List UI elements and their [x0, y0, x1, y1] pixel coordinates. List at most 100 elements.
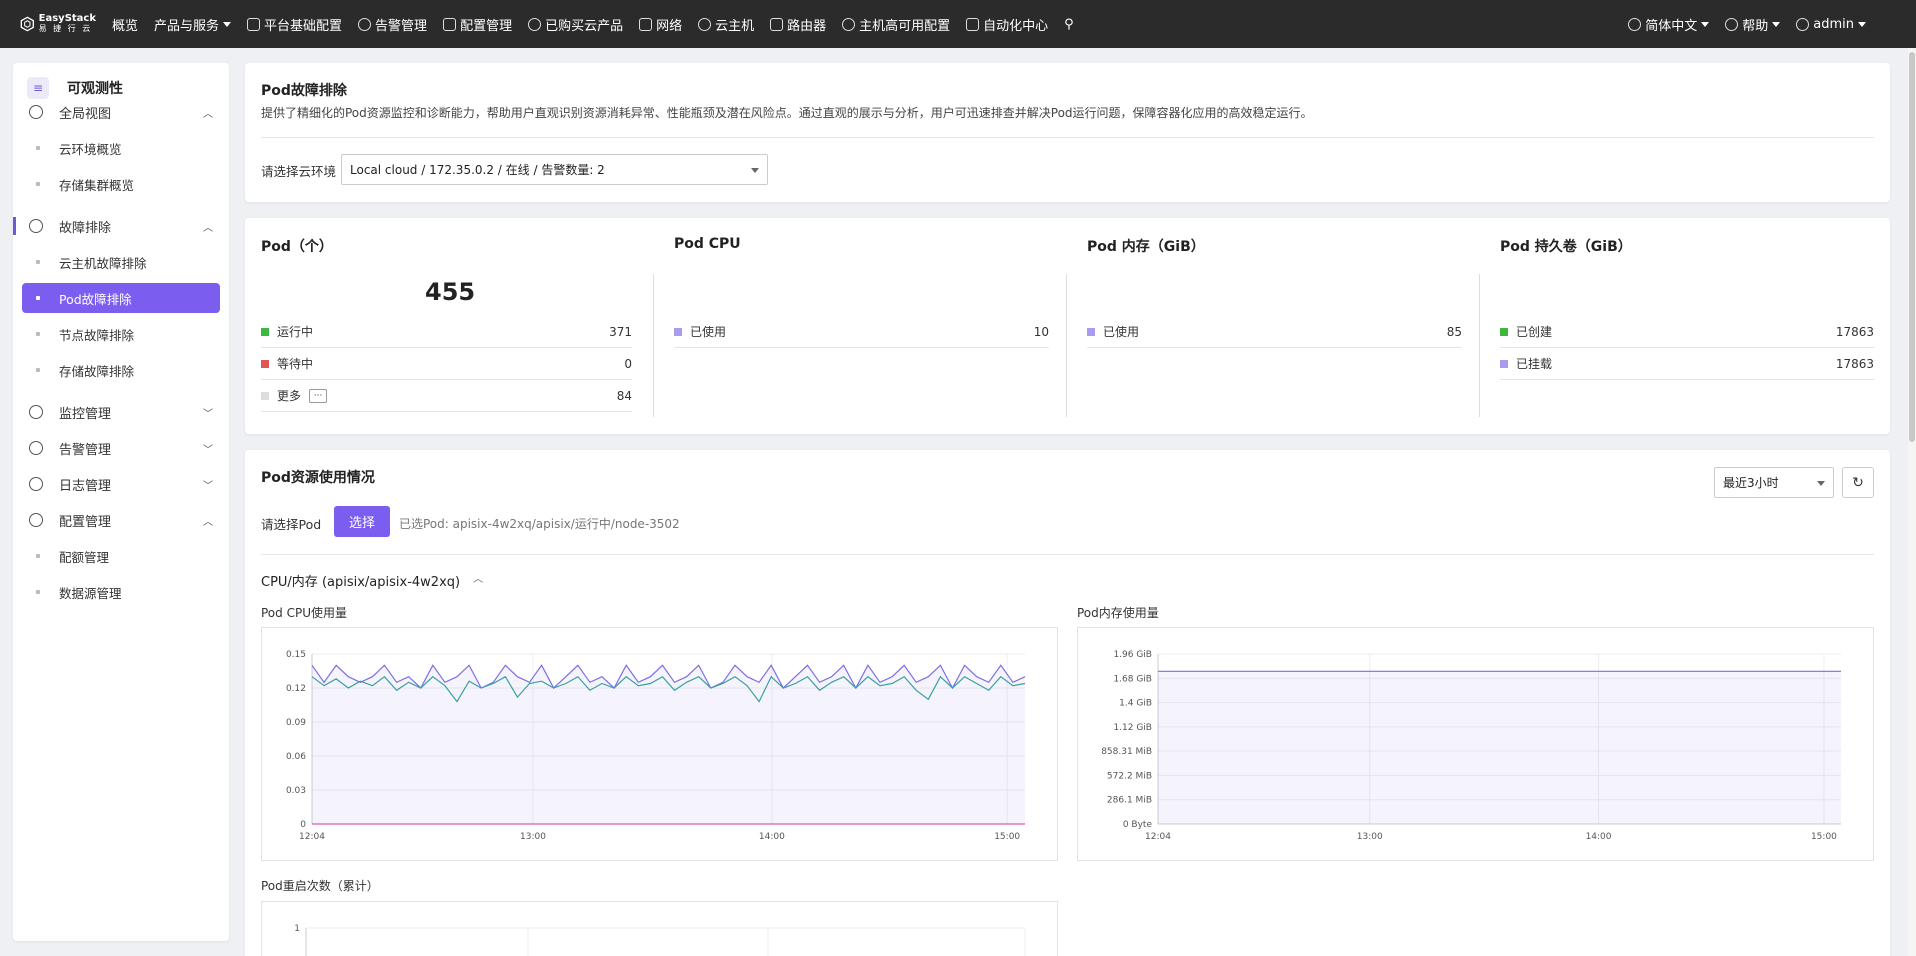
stat-row-created: 已创建 17863 [1500, 316, 1874, 348]
sidebar-item[interactable]: 云主机故障排除 [22, 247, 220, 277]
nav-item-label: 概览 [112, 18, 139, 34]
bullet-icon [36, 296, 40, 300]
page-scrollbar[interactable] [1908, 48, 1916, 956]
pod-count-stat: Pod（个） 455 运行中 371 等待中 0 更多 ··· 84 [245, 218, 658, 434]
nav-item[interactable]: 网络 [639, 15, 682, 34]
time-range-select[interactable]: 最近3小时 [1714, 467, 1834, 498]
sidebar-item-label: 云主机故障排除 [59, 255, 147, 271]
nav-item-label: 产品与服务 [154, 18, 220, 34]
bell-icon [358, 17, 372, 31]
user-label: admin [1813, 16, 1854, 32]
cpu-chart-title: Pod CPU使用量 [261, 606, 347, 620]
monitor-icon [29, 405, 43, 419]
menu-icon[interactable]: ≡ [27, 77, 49, 99]
y-tick-label: 0 [300, 820, 306, 830]
more-button[interactable]: ··· [309, 388, 328, 403]
nav-item[interactable]: 路由器 [770, 15, 826, 34]
sidebar-title: ≡ 可观测性 [27, 77, 123, 99]
nav-item[interactable]: 产品与服务 [154, 15, 232, 34]
refresh-button[interactable]: ↻ [1842, 467, 1874, 498]
divider [261, 137, 1874, 138]
pod-mem-title: Pod 内存（GiB） [1087, 239, 1205, 255]
pod-stats-card: Pod（个） 455 运行中 371 等待中 0 更多 ··· 84 Pod C… [245, 218, 1890, 434]
pin-icon[interactable]: ⚲ [1064, 17, 1074, 32]
pod-pv-title: Pod 持久卷（GiB） [1500, 239, 1632, 255]
stat-label: 等待中 [277, 357, 314, 371]
sidebar-item[interactable]: 数据源管理 [22, 577, 220, 607]
stat-label: 已使用 [1103, 325, 1140, 339]
sidebar-group[interactable]: 故障排除 ︿ [13, 211, 229, 241]
nav-item[interactable]: 已购买云产品 [528, 15, 623, 34]
pod-resource-card: Pod资源使用情况 最近3小时 ↻ 请选择Pod 选择 已选Pod: apisi… [245, 450, 1890, 956]
page-header-card: Pod故障排除 提供了精细化的Pod资源监控和诊断能力，帮助用户直观识别资源消耗… [245, 63, 1890, 202]
cpu-chart: 0 0.03 0.06 0.09 0.12 0.15 12:04 13:00 14:00 15:0… [261, 627, 1058, 861]
help-menu[interactable]: 帮助 [1725, 15, 1781, 34]
nav-item[interactable]: 告警管理 [358, 15, 427, 34]
sidebar: ≡ 可观测性 全局视图 ︿ 云环境概览 存储集群概览 故障排除 ︿ 云主机故障排除 Pod故障… [13, 63, 229, 941]
language-selector[interactable]: 简体中文 [1628, 15, 1710, 34]
y-tick-label: 858.31 MiB [1101, 747, 1152, 757]
nav-item-label: 主机高可用配置 [859, 18, 951, 34]
chevron-down-icon: ﹀ [203, 480, 213, 492]
pod-cpu-stat: Pod CPU 已使用 10 [658, 218, 1071, 434]
nav-item[interactable]: 自动化中心 [966, 15, 1048, 34]
nav-item[interactable]: 云主机 [698, 15, 754, 34]
chevron-down-icon: ﹀ [203, 444, 213, 456]
sidebar-group[interactable]: 监控管理 ﹀ [13, 397, 229, 427]
chevron-up-icon[interactable]: ︿ [473, 570, 483, 585]
user-menu[interactable]: admin [1796, 17, 1866, 32]
legend-marker [1087, 327, 1095, 336]
stat-row-more: 更多 ··· 84 [261, 380, 632, 412]
legend-marker [1500, 359, 1508, 368]
stat-value: 10 [1033, 324, 1049, 339]
bullet-icon [36, 368, 40, 372]
sidebar-group[interactable]: 告警管理 ﹀ [13, 433, 229, 463]
sidebar-group[interactable]: 全局视图 ︿ [13, 97, 229, 127]
chevron-down-icon [1701, 21, 1710, 27]
sidebar-group-label: 全局视图 [59, 106, 112, 122]
select-pod-button[interactable]: 选择 [334, 506, 390, 537]
sidebar-item[interactable]: 云环境概览 [22, 133, 220, 163]
stat-label: 已创建 [1516, 325, 1553, 339]
sidebar-item[interactable]: Pod故障排除 [22, 283, 220, 313]
chevron-up-icon: ︿ [203, 222, 213, 234]
nav-item[interactable]: 平台基础配置 [247, 15, 342, 34]
logo-text: EasyStack [38, 13, 96, 24]
sidebar-item[interactable]: 存储故障排除 [22, 355, 220, 385]
sidebar-group-label: 故障排除 [59, 220, 112, 236]
nav-item-label: 自动化中心 [983, 18, 1049, 34]
y-tick-label: 572.2 MiB [1107, 771, 1152, 781]
page-title: Pod故障排除 [261, 83, 347, 99]
sidebar-group[interactable]: 日志管理 ﹀ [13, 469, 229, 499]
stat-row-running: 运行中 371 [261, 316, 632, 348]
stat-row-pending: 等待中 0 [261, 348, 632, 380]
restart-chart-title: Pod重启次数（累计） [261, 879, 379, 893]
nav-item[interactable]: 概览 [112, 15, 138, 34]
stat-row-mounted: 已挂载 17863 [1500, 348, 1874, 380]
server-icon [842, 17, 856, 31]
nav-item[interactable]: 配置管理 [443, 15, 512, 34]
sidebar-item[interactable]: 存储集群概览 [22, 169, 220, 199]
sidebar-group[interactable]: 配置管理 ︿ [13, 505, 229, 535]
easystack-logo[interactable]: EasyStack 易 捷 行 云 [20, 13, 96, 35]
y-tick-label: 0.15 [286, 650, 306, 660]
sidebar-item[interactable]: 配额管理 [22, 541, 220, 571]
y-tick-label: 0.09 [286, 718, 306, 728]
series-area [1158, 671, 1841, 824]
divider [261, 554, 1874, 555]
stat-label: 已使用 [690, 325, 727, 339]
y-tick-label: 1.4 GiB [1119, 699, 1152, 709]
env-select-value: Local cloud / 172.35.0.2 / 在线 / 告警数量: 2 [350, 163, 605, 177]
scrollbar-thumb[interactable] [1909, 52, 1915, 442]
globe-icon [1628, 17, 1642, 31]
env-select-label: 请选择云环境 [261, 164, 337, 179]
nav-item[interactable]: 主机高可用配置 [842, 15, 950, 34]
stat-value: 17863 [1835, 356, 1874, 371]
sidebar-group-label: 日志管理 [59, 478, 112, 494]
env-select[interactable]: Local cloud / 172.35.0.2 / 在线 / 告警数量: 2 [341, 154, 768, 185]
mem-chart: 0 Byte 286.1 MiB 572.2 MiB 858.31 MiB 1.12 G… [1077, 627, 1874, 861]
sidebar-item-label: Pod故障排除 [59, 291, 132, 307]
stat-label: 运行中 [277, 325, 314, 339]
pod-count-title: Pod（个） [261, 239, 333, 255]
sidebar-item[interactable]: 节点故障排除 [22, 319, 220, 349]
